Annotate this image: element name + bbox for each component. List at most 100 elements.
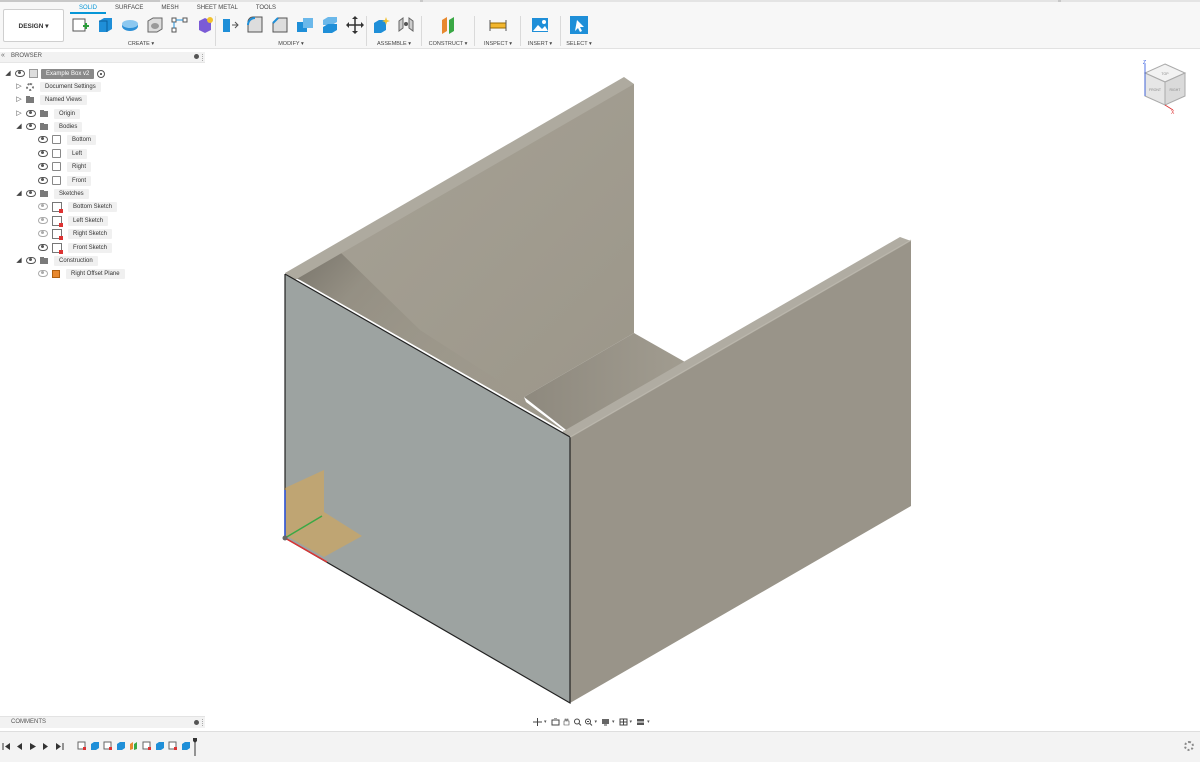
- tree-label[interactable]: Bottom: [67, 134, 97, 145]
- move-icon[interactable]: [345, 15, 365, 35]
- tree-label[interactable]: Bottom Sketch: [68, 201, 118, 212]
- visibility-eye-icon[interactable]: [15, 70, 25, 77]
- expand-toggle-icon[interactable]: ◢: [5, 70, 11, 78]
- collapse-browser-icon[interactable]: «: [1, 52, 5, 59]
- visibility-eye-icon[interactable]: [38, 177, 48, 184]
- timeline-offset-plane-icon[interactable]: [129, 741, 139, 751]
- tree-item-sketches[interactable]: ◢ Sketches: [16, 188, 89, 199]
- orbit-icon[interactable]: [533, 718, 542, 726]
- revolve-icon[interactable]: [120, 15, 140, 35]
- tree-item-sketch[interactable]: Front Sketch: [38, 242, 113, 254]
- tab-sheet-metal[interactable]: SHEET METAL: [188, 4, 247, 14]
- tree-label[interactable]: Right Offset Plane: [66, 268, 125, 279]
- caret-icon[interactable]: ▾: [647, 719, 650, 725]
- assemble-label[interactable]: ASSEMBLE ▾: [371, 41, 417, 47]
- modify-label[interactable]: MODIFY ▾: [220, 41, 362, 47]
- offset-plane-icon[interactable]: [438, 15, 458, 35]
- timeline-sketch-icon[interactable]: [168, 741, 178, 751]
- tree-item-origin[interactable]: ▷ Origin: [16, 108, 81, 119]
- insert-label[interactable]: INSERT ▾: [524, 41, 556, 47]
- insert-image-icon[interactable]: [530, 15, 550, 35]
- visibility-eye-icon[interactable]: [38, 230, 48, 237]
- fillet-icon[interactable]: [245, 15, 265, 35]
- visibility-eye-icon[interactable]: [26, 123, 36, 130]
- expand-toggle-icon[interactable]: ▷: [16, 110, 22, 118]
- tree-item-named-views[interactable]: ▷ Named Views: [16, 94, 87, 105]
- measure-icon[interactable]: [488, 15, 508, 35]
- tree-item-construction[interactable]: ◢ Construction: [16, 255, 98, 266]
- timeline-settings-gear-icon[interactable]: [1184, 741, 1194, 751]
- expand-toggle-icon[interactable]: ▷: [16, 96, 22, 104]
- expand-toggle-icon[interactable]: ◢: [16, 190, 22, 198]
- visibility-eye-icon[interactable]: [26, 190, 36, 197]
- tree-label[interactable]: Left Sketch: [68, 215, 109, 226]
- combine-icon[interactable]: [295, 15, 315, 35]
- tree-label[interactable]: Origin: [54, 108, 81, 119]
- tree-label[interactable]: Front: [67, 175, 92, 186]
- visibility-eye-icon[interactable]: [38, 217, 48, 224]
- timeline-extrude-icon[interactable]: [90, 741, 100, 751]
- new-component-icon[interactable]: [371, 15, 391, 35]
- timeline-sketch-icon[interactable]: [142, 741, 152, 751]
- extrude-icon[interactable]: [95, 15, 115, 35]
- construct-label[interactable]: CONSTRUCT ▾: [426, 41, 470, 47]
- timeline-extrude-icon[interactable]: [181, 741, 191, 751]
- tree-label[interactable]: Bodies: [54, 121, 83, 132]
- inspect-label[interactable]: INSPECT ▾: [479, 41, 517, 47]
- timeline-sketch-icon[interactable]: [77, 741, 87, 751]
- tab-surface[interactable]: SURFACE: [106, 4, 152, 14]
- create-form-icon[interactable]: [195, 15, 215, 35]
- visibility-eye-icon[interactable]: [26, 257, 36, 264]
- timeline-extrude-icon[interactable]: [116, 741, 126, 751]
- tab-mesh[interactable]: MESH: [152, 4, 187, 14]
- caret-icon[interactable]: ▾: [544, 719, 547, 725]
- visibility-eye-icon[interactable]: [38, 203, 48, 210]
- visibility-eye-icon[interactable]: [38, 244, 48, 251]
- display-settings-icon[interactable]: [601, 718, 610, 726]
- visibility-eye-icon[interactable]: [38, 150, 48, 157]
- tree-label[interactable]: Named Views: [40, 94, 87, 105]
- add-comment-icon[interactable]: [194, 720, 199, 725]
- select-icon[interactable]: [569, 15, 589, 35]
- tree-item-body[interactable]: Left: [38, 148, 88, 159]
- tree-label[interactable]: Left: [67, 148, 88, 159]
- go-to-start-icon[interactable]: [2, 742, 11, 751]
- view-cube[interactable]: TOP FRONT RIGHT Z X: [1140, 58, 1190, 114]
- tab-tools[interactable]: TOOLS: [247, 4, 285, 14]
- workspace-switcher[interactable]: DESIGN ▾: [3, 9, 64, 42]
- split-body-icon[interactable]: [320, 15, 340, 35]
- tree-item-bodies[interactable]: ◢ Bodies: [16, 121, 83, 132]
- step-back-icon[interactable]: [15, 742, 24, 751]
- visibility-eye-icon[interactable]: [26, 110, 36, 117]
- tree-label[interactable]: Front Sketch: [68, 242, 113, 253]
- tree-item-body[interactable]: Right: [38, 161, 92, 172]
- joint-icon[interactable]: [396, 15, 416, 35]
- tree-item-body[interactable]: Bottom: [38, 134, 97, 145]
- caret-icon[interactable]: ▾: [612, 719, 615, 725]
- timeline-extrude-icon[interactable]: [155, 741, 165, 751]
- pan-hand-icon[interactable]: [562, 718, 571, 726]
- tree-label[interactable]: Document Settings: [40, 81, 101, 92]
- create-label[interactable]: CREATE ▾: [70, 41, 212, 47]
- tree-label[interactable]: Right: [67, 161, 92, 172]
- tab-solid[interactable]: SOLID: [70, 4, 107, 14]
- press-pull-icon[interactable]: [220, 15, 240, 35]
- model-canvas[interactable]: [205, 48, 1200, 715]
- expand-toggle-icon[interactable]: ▷: [16, 83, 22, 91]
- caret-icon[interactable]: ▾: [595, 719, 598, 725]
- chamfer-icon[interactable]: [270, 15, 290, 35]
- timeline-marker[interactable]: [193, 738, 197, 756]
- viewports-icon[interactable]: [636, 718, 645, 726]
- look-at-icon[interactable]: [551, 718, 560, 726]
- create-sketch-icon[interactable]: [70, 15, 90, 35]
- go-to-end-icon[interactable]: [55, 742, 64, 751]
- zoom-window-icon[interactable]: [584, 718, 593, 726]
- rectangular-pattern-icon[interactable]: [170, 15, 190, 35]
- caret-icon[interactable]: ▾: [630, 719, 633, 725]
- tree-label[interactable]: Sketches: [54, 188, 89, 199]
- zoom-icon[interactable]: [573, 718, 582, 726]
- tree-item-plane[interactable]: Right Offset Plane: [38, 268, 125, 279]
- tree-item-body[interactable]: Front: [38, 175, 92, 186]
- tree-root-label[interactable]: Example Box v2: [41, 68, 95, 79]
- expand-toggle-icon[interactable]: ◢: [16, 123, 22, 131]
